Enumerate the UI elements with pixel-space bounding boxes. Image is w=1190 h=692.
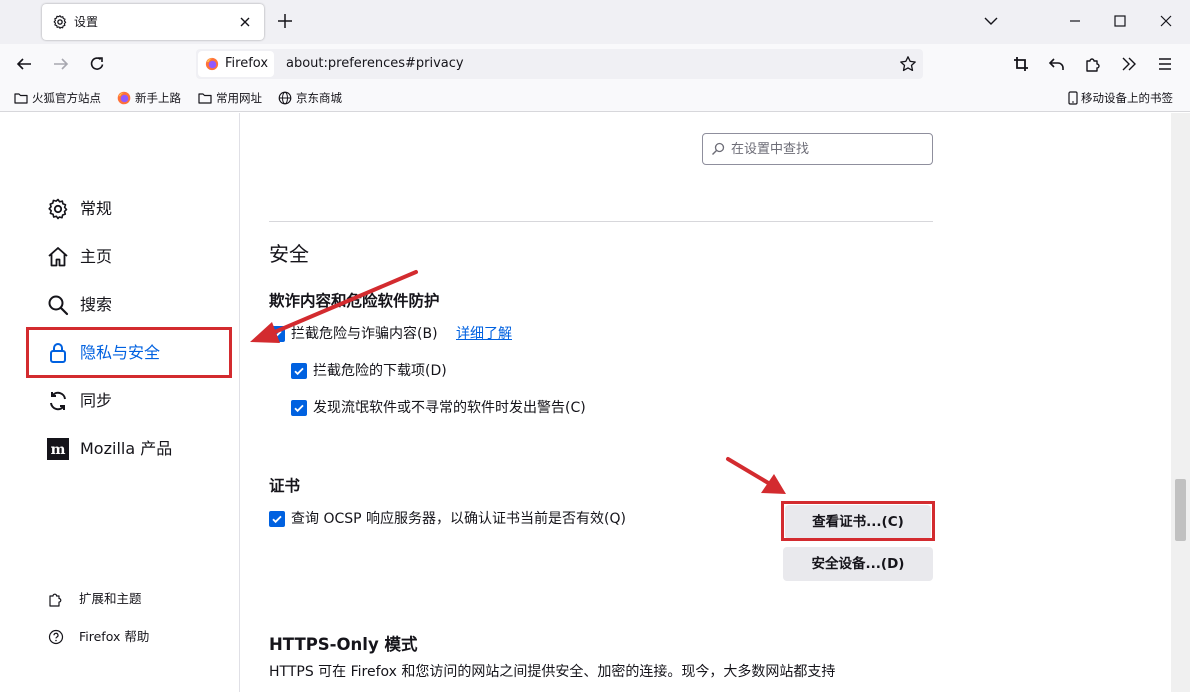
mobile-bookmarks-label: 移动设备上的书签 bbox=[1081, 91, 1173, 105]
annotation-highlight-privacy bbox=[26, 327, 232, 378]
tab-settings[interactable]: 设置 bbox=[42, 4, 264, 40]
categories-sidebar: 常规 主页 搜索 隐私与安全 同步 m Mozilla 产品 扩展和主题 Fir… bbox=[0, 113, 240, 692]
checkbox-checked[interactable] bbox=[269, 326, 285, 342]
certificates-title: 证书 bbox=[269, 477, 301, 495]
folder-icon bbox=[14, 93, 28, 104]
help-icon bbox=[48, 629, 64, 645]
close-window-icon[interactable] bbox=[1157, 12, 1175, 30]
extensions-icon[interactable] bbox=[1084, 55, 1102, 73]
security-devices-button[interactable]: 安全设备...(D) bbox=[783, 547, 933, 581]
bookmark-label: 新手上路 bbox=[135, 91, 181, 105]
extensions-themes-link[interactable]: 扩展和主题 bbox=[48, 590, 218, 608]
section-divider bbox=[269, 221, 933, 222]
firefox-icon bbox=[205, 57, 219, 71]
checkmark-icon bbox=[294, 404, 304, 413]
title-bar: 设置 bbox=[0, 0, 1190, 44]
home-icon bbox=[48, 247, 68, 267]
globe-icon bbox=[278, 91, 292, 105]
mobile-device-icon bbox=[1068, 91, 1078, 105]
puzzle-icon bbox=[49, 593, 62, 607]
search-input[interactable] bbox=[731, 138, 926, 160]
annotation-highlight-view-certificates bbox=[781, 501, 935, 541]
https-only-title: HTTPS-Only 模式 bbox=[269, 635, 418, 654]
page-scrollbar[interactable] bbox=[1171, 113, 1190, 692]
close-tab-icon[interactable] bbox=[236, 13, 254, 31]
category-label: 常规 bbox=[80, 199, 113, 218]
scrollbar-thumb[interactable] bbox=[1175, 479, 1186, 541]
checkbox-checked[interactable] bbox=[291, 400, 307, 416]
bookmarks-toolbar: 火狐官方站点 新手上路 常用网址 京东商城 移动设备上的书签 bbox=[0, 84, 1190, 112]
footer-label: Firefox 帮助 bbox=[79, 629, 150, 644]
url-bar[interactable]: Firefox about:preferences#privacy bbox=[196, 49, 923, 79]
mozilla-icon: m bbox=[47, 438, 69, 460]
back-icon[interactable] bbox=[15, 55, 33, 73]
checkmark-icon bbox=[294, 367, 304, 376]
checkbox-label: 查询 OCSP 响应服务器，以确认证书当前是否有效(Q) bbox=[291, 511, 626, 527]
maximize-icon[interactable] bbox=[1111, 12, 1129, 30]
navigation-toolbar: Firefox about:preferences#privacy bbox=[0, 44, 1190, 84]
checkbox-checked[interactable] bbox=[269, 511, 285, 527]
svg-text:m: m bbox=[51, 442, 66, 458]
identity-label: Firefox bbox=[225, 56, 269, 71]
folder-icon bbox=[198, 93, 212, 104]
search-icon bbox=[48, 295, 69, 316]
new-tab-icon[interactable] bbox=[276, 12, 294, 30]
firefox-icon bbox=[117, 91, 131, 105]
bookmark-label: 京东商城 bbox=[296, 91, 342, 105]
checkbox-label: 拦截危险与诈骗内容(B) bbox=[291, 326, 438, 342]
phishing-protection-title: 欺诈内容和危险软件防护 bbox=[269, 292, 440, 310]
gear-icon bbox=[48, 198, 68, 220]
search-icon bbox=[712, 142, 725, 155]
checkmark-icon bbox=[272, 515, 282, 524]
tab-title: 设置 bbox=[74, 15, 99, 29]
checkbox-checked[interactable] bbox=[291, 363, 307, 379]
bookmark-label: 火狐官方站点 bbox=[32, 91, 101, 105]
preferences-page: 常规 主页 搜索 隐私与安全 同步 m Mozilla 产品 扩展和主题 Fir… bbox=[0, 113, 1190, 692]
url-text[interactable]: about:preferences#privacy bbox=[286, 55, 464, 73]
learn-more-link[interactable]: 详细了解 bbox=[456, 325, 512, 343]
checkmark-icon bbox=[272, 330, 282, 339]
checkbox-label: 拦截危险的下载项(D) bbox=[313, 363, 447, 379]
screenshot-icon[interactable] bbox=[1012, 55, 1030, 73]
category-label: 同步 bbox=[80, 391, 113, 410]
forward-icon[interactable] bbox=[52, 55, 70, 73]
gear-icon bbox=[53, 15, 67, 29]
settings-search-box[interactable] bbox=[702, 133, 933, 165]
category-label: Mozilla 产品 bbox=[80, 439, 173, 458]
firefox-help-link[interactable]: Firefox 帮助 bbox=[48, 628, 218, 646]
bookmark-star-icon[interactable] bbox=[899, 55, 917, 73]
reload-icon[interactable] bbox=[88, 55, 106, 73]
category-search[interactable]: 搜索 bbox=[46, 292, 216, 318]
overflow-chevron-icon[interactable] bbox=[1120, 55, 1138, 73]
category-label: 主页 bbox=[80, 247, 113, 266]
menu-icon[interactable] bbox=[1156, 55, 1174, 73]
checkbox-label: 发现流氓软件或不寻常的软件时发出警告(C) bbox=[313, 400, 586, 416]
security-heading: 安全 bbox=[269, 242, 309, 266]
footer-label: 扩展和主题 bbox=[79, 591, 142, 606]
identity-box[interactable]: Firefox bbox=[198, 51, 274, 77]
https-only-description: HTTPS 可在 Firefox 和您访问的网站之间提供安全、加密的连接。现今，… bbox=[269, 664, 836, 680]
category-home[interactable]: 主页 bbox=[46, 244, 216, 270]
minimize-icon[interactable] bbox=[1066, 12, 1084, 30]
chevron-down-icon[interactable] bbox=[982, 12, 1000, 30]
category-label: 搜索 bbox=[80, 295, 113, 314]
sync-icon bbox=[50, 391, 66, 411]
category-sync[interactable]: 同步 bbox=[46, 388, 216, 414]
category-mozilla-products[interactable]: m Mozilla 产品 bbox=[46, 436, 216, 462]
bookmark-label: 常用网址 bbox=[216, 91, 262, 105]
category-general[interactable]: 常规 bbox=[46, 196, 216, 222]
undo-icon[interactable] bbox=[1048, 55, 1066, 73]
